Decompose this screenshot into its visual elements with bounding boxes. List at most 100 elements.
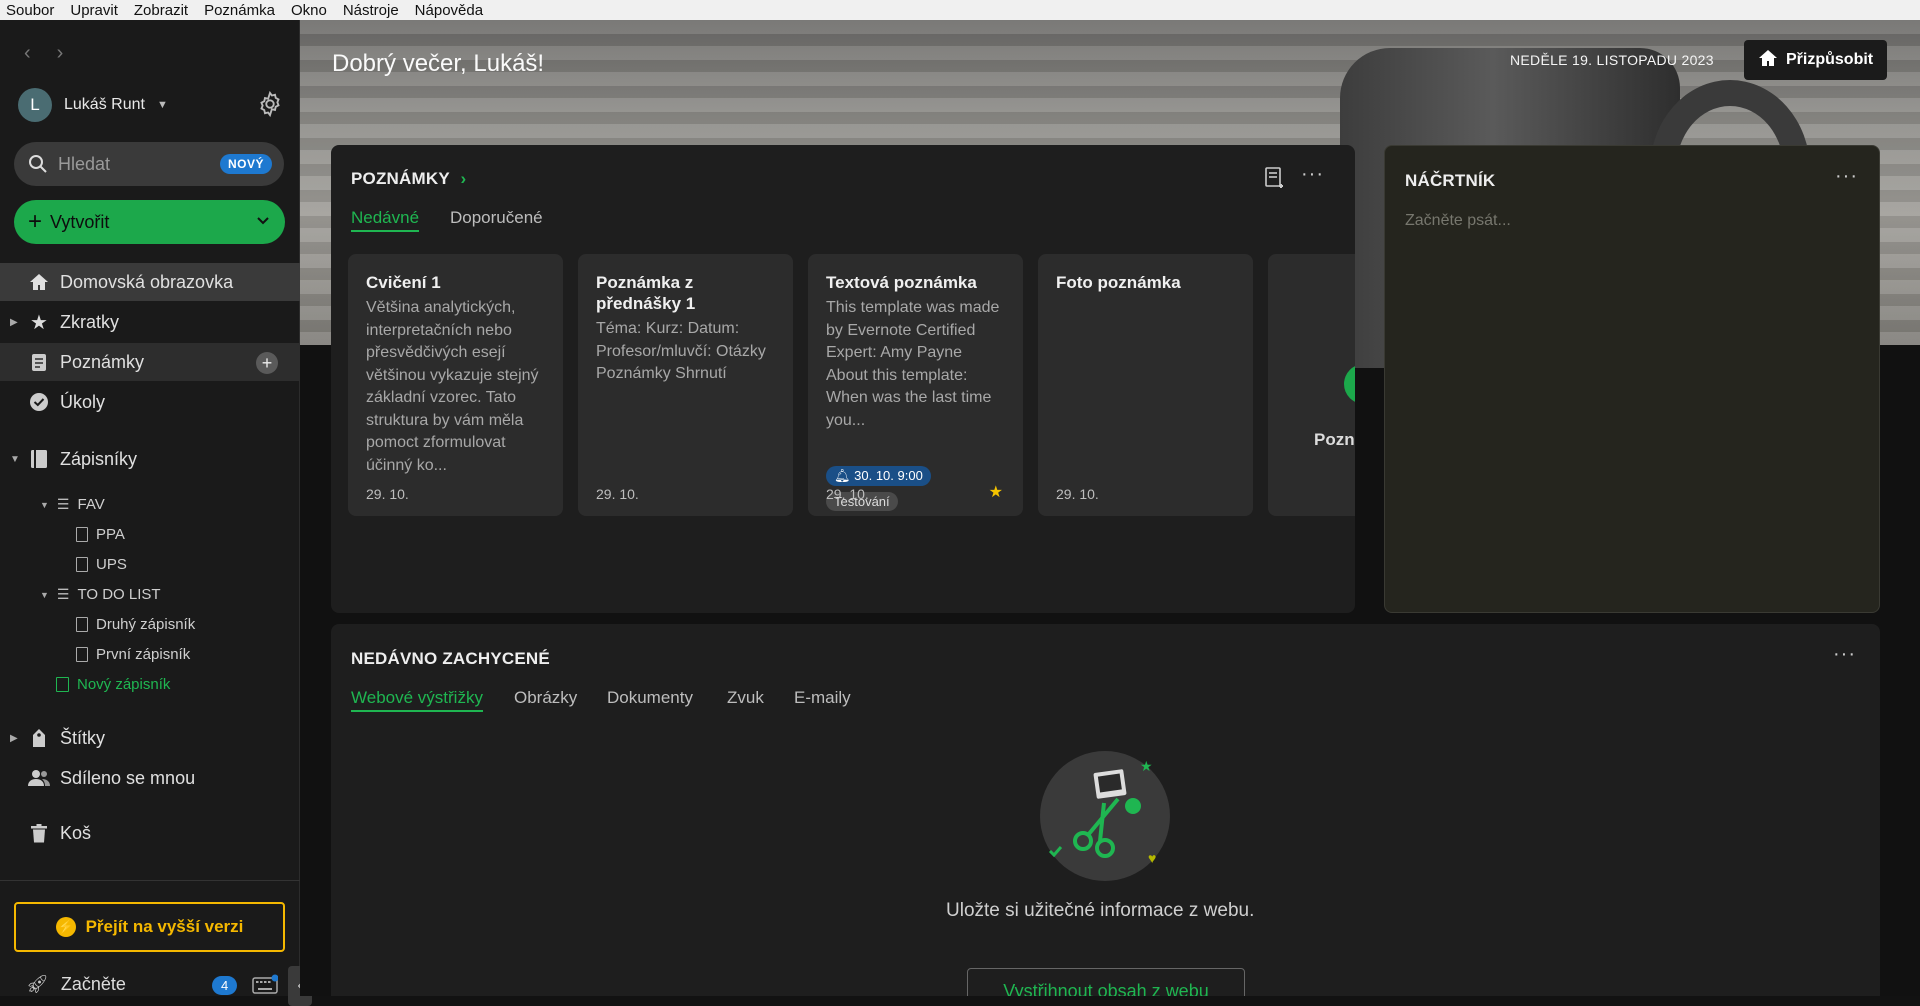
back-arrow-icon[interactable]: ‹ — [24, 42, 31, 65]
tree-item-label: TO DO LIST — [77, 586, 161, 603]
sidebar-item-trash[interactable]: Koš — [0, 814, 300, 852]
recently-captured-title: NEDÁVNO ZACHYCENÉ — [351, 649, 550, 668]
tree-stack-fav[interactable]: ▼ ☰ FAV — [40, 496, 105, 513]
sidebar-item-tags[interactable]: ▶ Štítky — [0, 719, 300, 757]
notes-widget-title[interactable]: POZNÁMKY › — [351, 169, 466, 189]
new-note-card[interactable]: Pozn — [1268, 254, 1355, 516]
trash-icon — [28, 822, 50, 844]
reminder-badge[interactable]: 🔔︎ 30. 10. 9:00 — [826, 466, 931, 486]
keyboard-icon[interactable] — [252, 974, 279, 999]
sidebar-item-home[interactable]: Domovská obrazovka — [0, 263, 300, 301]
note-card[interactable]: Foto poznámka 29. 10. — [1038, 254, 1253, 516]
search-icon — [29, 155, 47, 173]
menu-help[interactable]: Nápověda — [415, 2, 483, 19]
sidebar-item-notebooks[interactable]: ▼ Zápisníky — [0, 440, 300, 478]
caret-down-icon[interactable]: ▼ — [40, 590, 49, 600]
menu-bar: Soubor Upravit Zobrazit Poznámka Okno Ná… — [0, 0, 1920, 20]
more-options-icon[interactable]: ··· — [1833, 643, 1856, 666]
menu-tools[interactable]: Nástroje — [343, 2, 399, 19]
note-card[interactable]: Poznámka z přednášky 1 Téma: Kurz: Datum… — [578, 254, 793, 516]
note-card-date: 29. 10. — [596, 486, 639, 502]
new-notebook-label: Nový zápisník — [77, 676, 171, 693]
note-card-title: Poznámka z přednášky 1 — [596, 273, 696, 313]
tab-web-clips[interactable]: Webové výstřižky — [351, 688, 483, 712]
tab-images[interactable]: Obrázky — [514, 688, 577, 708]
menu-file[interactable]: Soubor — [6, 2, 54, 19]
sidebar-item-shared[interactable]: Sdíleno se mnou — [0, 759, 300, 797]
new-note-icon[interactable] — [1265, 167, 1285, 194]
bolt-icon: ⚡ — [55, 917, 76, 937]
tree-notebook-ppa[interactable]: PPA — [76, 526, 125, 543]
star-icon: ★ — [988, 484, 1003, 501]
notebook-icon — [76, 617, 88, 632]
sidebar-item-tasks[interactable]: Úkoly — [0, 383, 300, 421]
clip-web-content-button[interactable]: Vystřihnout obsah z webu — [967, 968, 1245, 996]
tree-notebook-second[interactable]: Druhý zápisník — [76, 616, 195, 633]
tab-recent[interactable]: Nedávné — [351, 208, 420, 232]
tab-documents[interactable]: Dokumenty — [607, 688, 693, 708]
notebook-icon — [76, 527, 88, 542]
sidebar-item-label: Poznámky — [60, 351, 145, 372]
caret-right-icon[interactable]: ▶ — [10, 733, 18, 744]
note-card-snippet: This template was made by Evernote Certi… — [826, 299, 1000, 429]
forward-arrow-icon[interactable]: › — [57, 42, 64, 65]
customize-label: Přizpůsobit — [1786, 51, 1874, 68]
get-started-label: Začněte — [60, 974, 126, 994]
empty-state-message: Uložte si užitečné informace z webu. — [946, 900, 1255, 921]
search-input[interactable]: Hledat NOVÝ — [14, 142, 284, 186]
menu-window[interactable]: Okno — [291, 2, 327, 19]
people-icon — [28, 767, 50, 789]
create-button[interactable]: + Vytvořit — [14, 200, 285, 244]
tree-item-label: Druhý zápisník — [96, 616, 196, 633]
svg-text:♥: ♥ — [1148, 850, 1156, 866]
get-started-button[interactable]: 🚀︎ Začněte — [26, 974, 126, 995]
upgrade-button[interactable]: ⚡ Přejít na vyšší verzi — [14, 902, 285, 952]
chevron-down-icon[interactable] — [255, 212, 271, 233]
menu-view[interactable]: Zobrazit — [134, 2, 188, 19]
more-options-icon[interactable]: ··· — [1835, 165, 1858, 188]
rocket-icon: 🚀︎ — [26, 974, 49, 994]
home-icon — [28, 271, 50, 293]
scratch-pad-input[interactable]: Začněte psát... — [1405, 212, 1861, 592]
gear-icon[interactable] — [256, 90, 284, 118]
get-started-count-badge: 4 — [212, 976, 238, 995]
tree-notebook-first[interactable]: První zápisník — [76, 646, 190, 663]
note-card[interactable]: Textová poznámka This template was made … — [808, 254, 1023, 516]
caret-down-icon[interactable]: ▼ — [40, 500, 49, 510]
new-note-card-label: Pozn — [1314, 430, 1355, 449]
sidebar-item-label: Zápisníky — [60, 448, 138, 469]
sidebar-item-shortcuts[interactable]: ▶ ★ Zkratky — [0, 303, 300, 341]
notebook-icon — [76, 557, 88, 572]
note-card[interactable]: Cvičení 1 Většina analytických, interpre… — [348, 254, 563, 516]
tab-audio[interactable]: Zvuk — [727, 688, 764, 708]
note-icon — [28, 351, 50, 373]
note-card-date: 29. 10. — [826, 486, 869, 502]
add-note-icon[interactable]: + — [256, 352, 278, 374]
notebook-icon — [76, 647, 88, 662]
sidebar-item-label: Štítky — [60, 727, 106, 748]
stack-icon: ☰ — [56, 586, 70, 602]
tab-emails[interactable]: E-maily — [794, 688, 851, 708]
account-menu[interactable]: L Lukáš Runt ▼ — [18, 88, 168, 122]
tree-item-label: FAV — [77, 496, 105, 513]
menu-edit[interactable]: Upravit — [70, 2, 118, 19]
tree-notebook-ups[interactable]: UPS — [76, 556, 127, 573]
note-card-title: Cvičení 1 — [366, 273, 441, 292]
menu-note[interactable]: Poznámka — [204, 2, 275, 19]
note-card-snippet: Téma: Kurz: Datum: Profesor/mluvčí: Otáz… — [596, 320, 766, 382]
tag-icon — [28, 727, 50, 749]
chevron-down-icon: ▼ — [156, 99, 168, 111]
note-card-date: 29. 10. — [366, 486, 409, 502]
new-notebook-button[interactable]: Nový zápisník — [56, 676, 170, 693]
sidebar-item-notes[interactable]: Poznámky + — [0, 343, 300, 381]
tab-recommended[interactable]: Doporučené — [450, 208, 543, 228]
tree-stack-todo[interactable]: ▼ ☰ TO DO LIST — [40, 586, 161, 603]
caret-down-icon[interactable]: ▼ — [10, 454, 20, 465]
more-options-icon[interactable]: ··· — [1301, 163, 1324, 186]
home-edit-icon — [1758, 48, 1778, 73]
add-notebook-icon — [56, 677, 69, 692]
scratch-pad-widget: NÁČRTNÍK ··· Začněte psát... — [1384, 145, 1880, 613]
bell-icon: 🔔︎ — [834, 468, 851, 483]
caret-right-icon[interactable]: ▶ — [10, 317, 18, 328]
customize-button[interactable]: Přizpůsobit — [1744, 40, 1888, 80]
